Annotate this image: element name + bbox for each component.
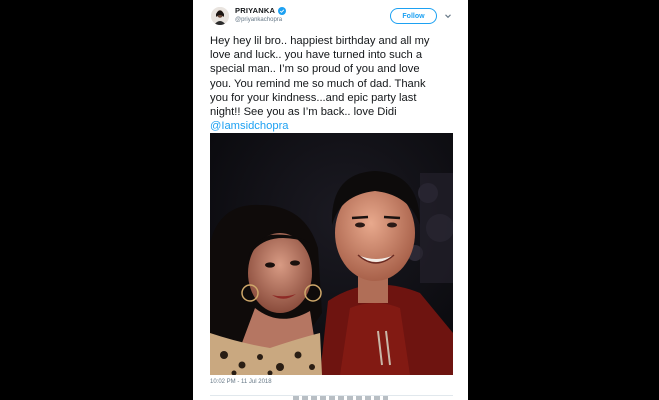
tweet-card: PRIYANKA @priyankachopra Follow Hey hey … [193, 0, 468, 400]
tweet-text-line: special man.. I’m so proud of you and lo… [210, 63, 420, 76]
tweet-header: PRIYANKA @priyankachopra Follow [193, 0, 468, 30]
mention-link[interactable]: @Iamsidchopra [210, 119, 460, 133]
author-block[interactable]: PRIYANKA @priyankachopra [235, 6, 287, 25]
tweet-text-line: Hey hey lil bro.. happiest birthday and … [210, 35, 430, 47]
author-handle[interactable]: @priyankachopra [235, 16, 286, 25]
tweet-text-line: love and luck.. you have turned into suc… [210, 49, 423, 62]
tweet-timestamp[interactable]: 10:02 PM - 11 Jul 2018 [210, 379, 272, 385]
tweet-photo[interactable] [210, 133, 453, 375]
footer-stats [293, 396, 388, 400]
verified-badge-icon [278, 6, 287, 15]
page-background: PRIYANKA @priyankachopra Follow Hey hey … [0, 0, 659, 400]
tweet-text-line: night!! See you as I’m back.. love Didi [210, 106, 397, 119]
display-name-text[interactable]: PRIYANKA [235, 6, 275, 15]
avatar[interactable] [211, 7, 229, 25]
display-name[interactable]: PRIYANKA [235, 6, 287, 15]
tweet-text: Hey hey lil bro.. happiest birthday and … [210, 34, 460, 133]
tweet-text-line: you. You remind me so much of dad. Thank [210, 77, 426, 90]
tweet-text-line: you for your kindness...and epic party l… [210, 91, 417, 104]
chevron-down-icon[interactable] [444, 12, 452, 20]
follow-button[interactable]: Follow [390, 8, 437, 24]
